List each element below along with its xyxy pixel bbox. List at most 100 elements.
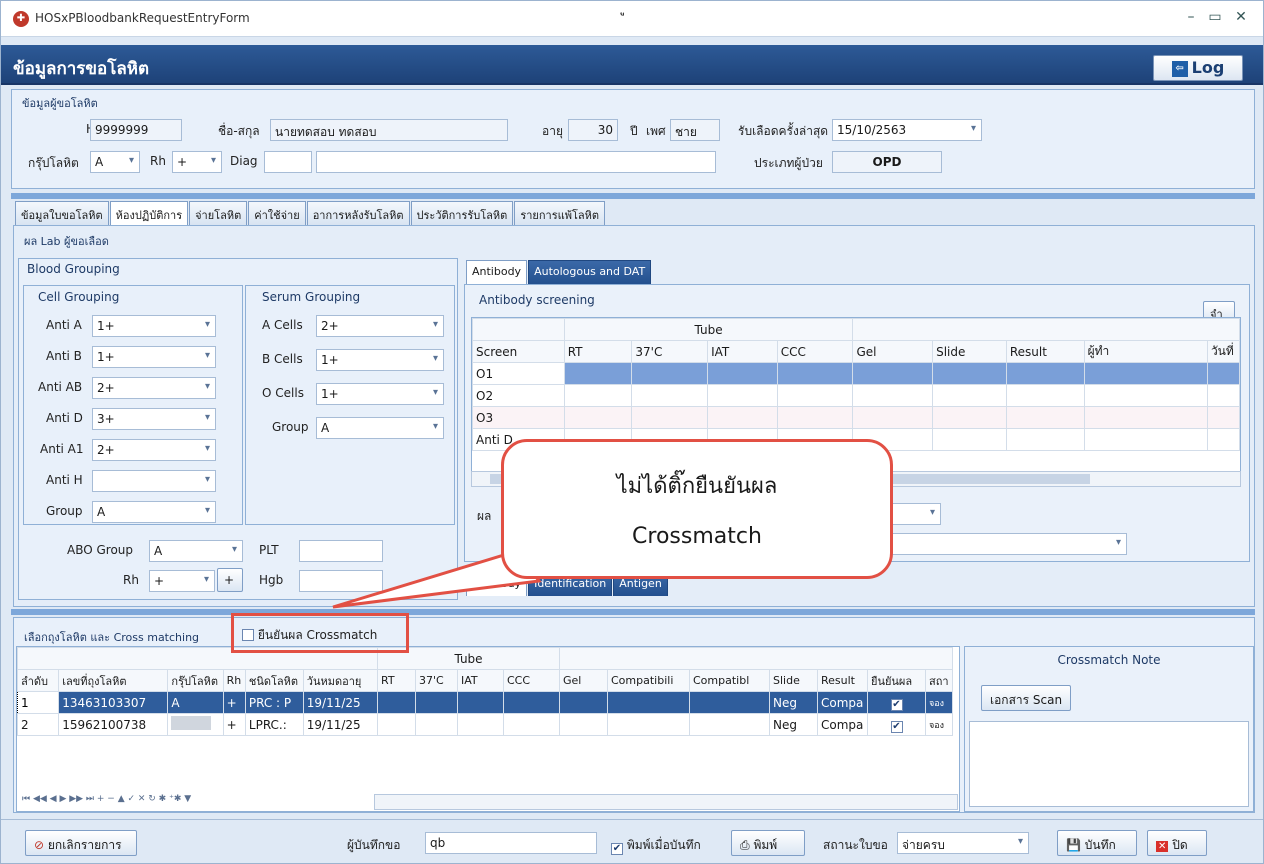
last-received-date[interactable]: 15/10/2563: [832, 119, 982, 141]
col-compat-1[interactable]: Compatibili: [607, 669, 690, 692]
col-slide[interactable]: Slide: [932, 340, 1007, 363]
cell-group-label: Group: [46, 504, 83, 518]
tab-autologous-dat[interactable]: Autologous and DAT: [528, 260, 652, 284]
splitter-bottom[interactable]: [11, 609, 1255, 615]
cell-group-select[interactable]: A: [92, 501, 216, 523]
crossmatch-grid[interactable]: Tube ลำดับ เลขที่ถุงโลหิต กรุ๊ปโลหิต Rh …: [16, 646, 960, 812]
blood-group-label: กรุ๊ปโลหิต: [28, 156, 79, 170]
recorder-label: ผู้บันทึกขอ: [347, 838, 401, 852]
anti-b-select[interactable]: 1+: [92, 346, 216, 368]
serum-group-select[interactable]: A: [316, 417, 444, 439]
crossmatch-horizontal-scrollbar[interactable]: [374, 794, 958, 810]
col-confirm[interactable]: ยืนยันผล: [867, 669, 926, 692]
cancel-request-button[interactable]: ⊘ ยกเลิกรายการ: [25, 830, 137, 856]
col-gel[interactable]: Gel: [559, 669, 608, 692]
name-field[interactable]: นายทดสอบ ทดสอบ: [270, 119, 508, 141]
table-row[interactable]: O3: [472, 406, 1240, 429]
log-button[interactable]: ⇦ Log: [1153, 55, 1243, 81]
table-row[interactable]: 2 15962100738 + LPRC.: 19/11/25 Neg Comp…: [17, 713, 953, 736]
b-cells-select[interactable]: 1+: [316, 349, 444, 371]
anti-d-select[interactable]: 3+: [92, 408, 216, 430]
a-cells-select[interactable]: 2+: [316, 315, 444, 337]
col-bag-no[interactable]: เลขที่ถุงโลหิต: [58, 669, 169, 692]
tab-reaction[interactable]: อาการหลังรับโลหิต: [306, 201, 410, 225]
anti-a-select[interactable]: 1+: [92, 315, 216, 337]
cell-confirm[interactable]: ✔: [867, 691, 926, 714]
col-rt[interactable]: RT: [563, 340, 633, 363]
splitter-top[interactable]: [11, 193, 1255, 199]
col-37c[interactable]: 37'C: [415, 669, 458, 692]
col-result[interactable]: Result: [1005, 340, 1085, 363]
close-button[interactable]: ✕ ปิด: [1147, 830, 1207, 856]
table-row[interactable]: 1 13463103307 A + PRC : P 19/11/25 Neg C…: [17, 691, 953, 714]
save-button[interactable]: 💾 บันทึก: [1057, 830, 1137, 856]
grid-navigator[interactable]: ⏮ ◀◀ ◀ ▶ ▶▶ ⏭ + − ▲ ✓ ✕ ↻ ✱ ⁺✱ ▼: [18, 794, 374, 810]
tab-laboratory[interactable]: ห้องปฏิบัติการ: [109, 201, 189, 225]
col-seq[interactable]: ลำดับ: [17, 669, 60, 692]
anti-d-label: Anti D: [46, 411, 83, 425]
antibody-note-select[interactable]: [869, 533, 1127, 555]
recorder-field[interactable]: qb: [425, 832, 597, 854]
minimize-button[interactable]: –: [1183, 9, 1199, 25]
table-row[interactable]: O1: [472, 362, 1240, 385]
col-date[interactable]: วันที่: [1206, 340, 1240, 363]
crossmatch-note-field[interactable]: [969, 721, 1249, 807]
col-ccc[interactable]: CCC: [503, 669, 560, 692]
blood-group-select[interactable]: A: [90, 151, 140, 173]
col-result[interactable]: Result: [817, 669, 868, 692]
rh-plus-button[interactable]: +: [217, 568, 243, 592]
print-on-save-checkbox[interactable]: ✔ พิมพ์เมื่อบันทึก: [611, 836, 701, 855]
cancel-request-label: ยกเลิกรายการ: [47, 838, 122, 852]
close-window-button[interactable]: ✕: [1233, 9, 1249, 25]
col-performer[interactable]: ผู้ทำ: [1083, 340, 1208, 363]
tab-dispense[interactable]: จ่ายโลหิต: [189, 201, 248, 225]
row-label: O1: [472, 362, 565, 385]
col-blood-type[interactable]: ชนิดโลหิต: [244, 669, 304, 692]
anti-ab-select[interactable]: 2+: [92, 377, 216, 399]
patient-type-field[interactable]: OPD: [832, 151, 942, 173]
tab-request-info[interactable]: ข้อมูลใบขอโลหิต: [15, 201, 109, 225]
age-field[interactable]: 30: [568, 119, 618, 141]
col-status[interactable]: สถา: [925, 669, 953, 692]
cell-grouping-title: Cell Grouping: [38, 290, 120, 304]
sex-label: เพศ: [646, 124, 666, 138]
col-37c[interactable]: 37'C: [631, 340, 709, 363]
maximize-button[interactable]: ▭: [1207, 9, 1223, 25]
anti-a1-select[interactable]: 2+: [92, 439, 216, 461]
anti-a-label: Anti A: [46, 318, 82, 332]
sex-field[interactable]: ชาย: [670, 119, 720, 141]
col-rh[interactable]: Rh: [222, 669, 246, 692]
col-screen[interactable]: Screen: [472, 340, 565, 363]
hn-field[interactable]: 9999999: [90, 119, 182, 141]
print-button[interactable]: ⎙ พิมพ์: [731, 830, 805, 856]
diag-text-field[interactable]: [316, 151, 716, 173]
callout-bubble: ไม่ได้ติ๊กยืนยันผล Crossmatch: [501, 439, 893, 579]
col-gel[interactable]: Gel: [852, 340, 934, 363]
tab-allergy[interactable]: รายการแพ้โลหิต: [514, 201, 605, 225]
tab-antibody[interactable]: Antibody: [466, 260, 528, 284]
table-row[interactable]: O2: [472, 384, 1240, 407]
rh-select[interactable]: +: [172, 151, 222, 173]
cell-confirm[interactable]: ✔: [867, 713, 926, 736]
anti-h-select[interactable]: [92, 470, 216, 492]
abo-group-select[interactable]: A: [149, 540, 243, 562]
col-iat[interactable]: IAT: [707, 340, 778, 363]
col-iat[interactable]: IAT: [457, 669, 504, 692]
rh-lab-select[interactable]: +: [149, 570, 215, 592]
confirm-row-checkbox[interactable]: ✔: [890, 699, 903, 711]
col-ccc[interactable]: CCC: [776, 340, 854, 363]
confirm-row-checkbox[interactable]: ✔: [890, 721, 903, 733]
col-blood-group[interactable]: กรุ๊ปโลหิต: [167, 669, 224, 692]
scan-document-button[interactable]: เอกสาร Scan: [981, 685, 1072, 711]
tab-history[interactable]: ประวัติการรับโลหิต: [410, 201, 514, 225]
o-cells-select[interactable]: 1+: [316, 383, 444, 405]
tab-expenses[interactable]: ค่าใช้จ่าย: [248, 201, 306, 225]
col-rt[interactable]: RT: [377, 669, 416, 692]
print-on-save-box[interactable]: ✔: [611, 843, 623, 855]
diag-code-field[interactable]: [264, 151, 312, 173]
col-compat-2[interactable]: Compatibl: [689, 669, 770, 692]
col-slide[interactable]: Slide: [769, 669, 818, 692]
request-status-select[interactable]: จ่ายครบ: [897, 832, 1029, 854]
col-expiry[interactable]: วันหมดอายุ: [302, 669, 379, 692]
title-bar: ✚ HOSxPBloodbankRequestEntryForm ู – ▭ ✕: [1, 1, 1263, 37]
